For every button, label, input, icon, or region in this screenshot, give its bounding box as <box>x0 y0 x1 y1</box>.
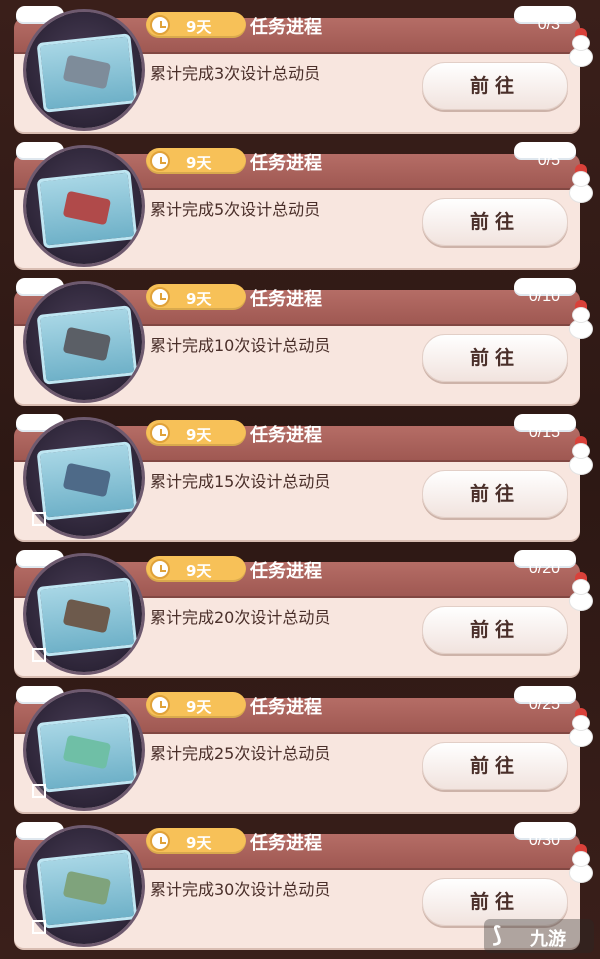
snowman-icon <box>568 300 594 338</box>
select-checkbox[interactable] <box>32 920 46 934</box>
task-description: 累计完成5次设计总动员 <box>150 200 321 219</box>
task-progress-count: 0/3 <box>537 16 560 33</box>
time-remaining-text: 9天 <box>186 834 212 852</box>
task-card: 累计完成10次设计总动员 前往 9天 任务进程 0/10 <box>14 278 592 406</box>
blueprint-icon <box>36 577 138 657</box>
task-item-icon <box>26 148 142 264</box>
task-description: 累计完成15次设计总动员 <box>150 472 331 491</box>
snowman-icon <box>568 436 594 474</box>
task-item-icon <box>26 284 142 400</box>
task-progress-count: 0/15 <box>528 424 560 441</box>
task-progress-title: 任务进程 <box>250 153 322 174</box>
blueprint-icon <box>36 305 138 385</box>
clock-icon <box>150 695 170 715</box>
clock-icon <box>150 15 170 35</box>
task-progress-count: 0/10 <box>528 288 560 305</box>
go-button[interactable]: 前往 <box>422 198 568 246</box>
time-remaining-badge: 9天 <box>146 828 246 854</box>
select-checkbox[interactable] <box>32 784 46 798</box>
task-progress-title: 任务进程 <box>250 425 322 446</box>
clock-icon <box>150 287 170 307</box>
logo-mark-icon: ⟆ <box>492 923 503 948</box>
go-button[interactable]: 前往 <box>422 470 568 518</box>
task-progress-count: 0/25 <box>528 696 560 713</box>
clock-icon <box>150 831 170 851</box>
task-card: 累计完成3次设计总动员 前往 9天 任务进程 0/3 <box>14 6 592 134</box>
task-card: 累计完成15次设计总动员 前往 9天 任务进程 0/15 <box>14 414 592 542</box>
blueprint-icon <box>36 441 138 521</box>
task-card: 累计完成25次设计总动员 前往 9天 任务进程 0/25 <box>14 686 592 814</box>
snowman-icon <box>568 572 594 610</box>
task-description: 累计完成30次设计总动员 <box>150 880 331 899</box>
time-remaining-badge: 9天 <box>146 148 246 174</box>
snowman-icon <box>568 844 594 882</box>
time-remaining-text: 9天 <box>186 154 212 172</box>
select-checkbox[interactable] <box>32 648 46 662</box>
watermark-logo-text: 九游 <box>530 929 566 950</box>
snowman-icon <box>568 708 594 746</box>
go-button[interactable]: 前往 <box>422 742 568 790</box>
task-progress-title: 任务进程 <box>250 561 322 582</box>
time-remaining-text: 9天 <box>186 18 212 36</box>
snowman-icon <box>568 28 594 66</box>
blueprint-icon <box>36 33 138 113</box>
time-remaining-text: 9天 <box>186 698 212 716</box>
clock-icon <box>150 151 170 171</box>
task-progress-count: 0/20 <box>528 560 560 577</box>
task-progress-count: 0/5 <box>537 152 560 169</box>
clock-icon <box>150 559 170 579</box>
time-remaining-text: 9天 <box>186 426 212 444</box>
time-remaining-badge: 9天 <box>146 556 246 582</box>
task-progress-title: 任务进程 <box>250 833 322 854</box>
time-remaining-badge: 9天 <box>146 12 246 38</box>
blueprint-icon <box>36 713 138 793</box>
task-item-icon <box>26 12 142 128</box>
clock-icon <box>150 423 170 443</box>
blueprint-icon <box>36 169 138 249</box>
go-button[interactable]: 前往 <box>422 62 568 110</box>
task-card: 累计完成20次设计总动员 前往 9天 任务进程 0/20 <box>14 550 592 678</box>
task-description: 累计完成10次设计总动员 <box>150 336 331 355</box>
time-remaining-badge: 9天 <box>146 692 246 718</box>
task-description: 累计完成20次设计总动员 <box>150 608 331 627</box>
task-description: 累计完成3次设计总动员 <box>150 64 321 83</box>
time-remaining-text: 9天 <box>186 290 212 308</box>
task-progress-count: 0/30 <box>528 832 560 849</box>
time-remaining-badge: 9天 <box>146 284 246 310</box>
task-card: 累计完成5次设计总动员 前往 9天 任务进程 0/5 <box>14 142 592 270</box>
task-progress-title: 任务进程 <box>250 697 322 718</box>
go-button[interactable]: 前往 <box>422 334 568 382</box>
task-list: 累计完成3次设计总动员 前往 9天 任务进程 0/3 累计完成5次设计总动员 前… <box>0 0 600 959</box>
time-remaining-badge: 9天 <box>146 420 246 446</box>
task-progress-title: 任务进程 <box>250 17 322 38</box>
select-checkbox[interactable] <box>32 512 46 526</box>
task-progress-title: 任务进程 <box>250 289 322 310</box>
go-button[interactable]: 前往 <box>422 606 568 654</box>
snowman-icon <box>568 164 594 202</box>
blueprint-icon <box>36 849 138 929</box>
watermark-logo: ⟆ 九游 <box>484 919 594 953</box>
time-remaining-text: 9天 <box>186 562 212 580</box>
task-description: 累计完成25次设计总动员 <box>150 744 331 763</box>
